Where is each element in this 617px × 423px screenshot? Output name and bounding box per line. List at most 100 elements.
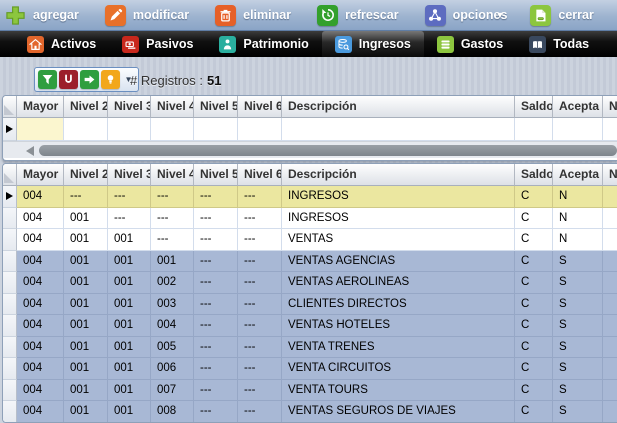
modify-button[interactable]: modificar (105, 5, 189, 26)
filter-row[interactable] (3, 118, 617, 141)
cell-nivel6[interactable]: --- (238, 294, 282, 316)
table-row[interactable]: 004001001006------VENTA CIRCUITOSCS (3, 358, 617, 380)
filter-cell-acepta[interactable] (553, 118, 603, 141)
cell-nivel3[interactable]: --- (108, 186, 151, 208)
column-header-mayor[interactable]: Mayor (17, 164, 64, 186)
add-button[interactable]: agregar (5, 5, 79, 26)
cell-nivel6[interactable]: --- (238, 229, 282, 251)
cell-acepta[interactable]: S (553, 272, 603, 294)
cell-nivel2[interactable]: 001 (64, 294, 108, 316)
cell-acepta[interactable]: N (553, 186, 603, 208)
cell-nivel5[interactable]: --- (194, 294, 238, 316)
cell-nivel5[interactable]: --- (194, 358, 238, 380)
cell-descripcion[interactable]: VENTAS SEGUROS DE VIAJES (282, 401, 515, 423)
cell-acepta[interactable]: S (553, 380, 603, 402)
cell-nivel2[interactable]: --- (64, 186, 108, 208)
row-indicator[interactable] (3, 358, 17, 380)
row-indicator[interactable] (3, 272, 17, 294)
cell-nivel6[interactable]: --- (238, 401, 282, 423)
table-row[interactable]: 004001001004------VENTAS HOTELESCS (3, 315, 617, 337)
row-indicator[interactable] (3, 186, 17, 208)
column-header-nivel3[interactable]: Nivel 3 (108, 164, 151, 186)
cell-saldo[interactable]: C (515, 401, 553, 423)
row-indicator[interactable] (3, 337, 17, 359)
cell-nivel5[interactable]: --- (194, 229, 238, 251)
row-indicator[interactable] (3, 294, 17, 316)
tab-todas[interactable]: Todas (516, 31, 602, 57)
cell-descripcion[interactable]: VENTA CIRCUITOS (282, 358, 515, 380)
cell-acepta[interactable]: S (553, 294, 603, 316)
cell-saldo[interactable]: C (515, 272, 553, 294)
cell-nivel3[interactable]: 001 (108, 272, 151, 294)
cell-extra[interactable] (603, 272, 617, 294)
cell-nivel4[interactable]: 002 (151, 272, 194, 294)
cell-nivel6[interactable]: --- (238, 208, 282, 230)
cell-mayor[interactable]: 004 (17, 251, 64, 273)
grid-corner[interactable] (3, 96, 17, 118)
cell-extra[interactable] (603, 294, 617, 316)
table-row[interactable]: 004---------------INGRESOSCN (3, 186, 617, 208)
tab-gastos[interactable]: Gastos (424, 31, 516, 57)
column-header-extra[interactable]: N (603, 96, 617, 118)
cell-nivel5[interactable]: --- (194, 401, 238, 423)
cell-saldo[interactable]: C (515, 229, 553, 251)
row-indicator[interactable] (3, 315, 17, 337)
cell-extra[interactable] (603, 380, 617, 402)
cell-nivel3[interactable]: 001 (108, 251, 151, 273)
cell-mayor[interactable]: 004 (17, 358, 64, 380)
cell-mayor[interactable]: 004 (17, 272, 64, 294)
column-header-saldo[interactable]: Saldo (515, 164, 553, 186)
cell-acepta[interactable]: N (553, 229, 603, 251)
cell-mayor[interactable]: 004 (17, 315, 64, 337)
cell-saldo[interactable]: C (515, 186, 553, 208)
tab-ingresos[interactable]: Ingresos (322, 31, 424, 57)
cell-nivel5[interactable]: --- (194, 272, 238, 294)
cell-nivel3[interactable]: 001 (108, 401, 151, 423)
cell-nivel4[interactable]: --- (151, 186, 194, 208)
cell-extra[interactable] (603, 251, 617, 273)
cell-extra[interactable] (603, 337, 617, 359)
cell-descripcion[interactable]: VENTAS (282, 229, 515, 251)
tab-patrimonio[interactable]: Patrimonio (206, 31, 321, 57)
cell-nivel3[interactable]: 001 (108, 358, 151, 380)
column-header-nivel5[interactable]: Nivel 5 (194, 164, 238, 186)
filter-cell-saldo[interactable] (515, 118, 553, 141)
table-row[interactable]: 004001------------INGRESOSCN (3, 208, 617, 230)
column-header-descripcion[interactable]: Descripción (282, 96, 515, 118)
refresh-button[interactable]: refrescar (317, 5, 399, 26)
cell-nivel2[interactable]: 001 (64, 208, 108, 230)
cell-saldo[interactable]: C (515, 251, 553, 273)
cell-descripcion[interactable]: VENTAS AEROLINEAS (282, 272, 515, 294)
column-header-nivel5[interactable]: Nivel 5 (194, 96, 238, 118)
cell-descripcion[interactable]: VENTAS AGENCIAS (282, 251, 515, 273)
column-header-mayor[interactable]: Mayor (17, 96, 64, 118)
row-indicator[interactable] (3, 208, 17, 230)
column-header-saldo[interactable]: Saldo (515, 96, 553, 118)
table-row[interactable]: 004001001001------VENTAS AGENCIASCS (3, 251, 617, 273)
cell-extra[interactable] (603, 401, 617, 423)
cell-descripcion[interactable]: VENTA TOURS (282, 380, 515, 402)
scrollbar-thumb[interactable] (39, 145, 617, 156)
tab-pasivos[interactable]: Pasivos (109, 31, 206, 57)
scroll-left-icon[interactable] (26, 146, 34, 156)
cell-mayor[interactable]: 004 (17, 229, 64, 251)
cell-nivel6[interactable]: --- (238, 186, 282, 208)
column-header-nivel3[interactable]: Nivel 3 (108, 96, 151, 118)
cell-mayor[interactable]: 004 (17, 380, 64, 402)
filter-cell-nivel6[interactable] (238, 118, 282, 141)
cell-extra[interactable] (603, 208, 617, 230)
cell-nivel2[interactable]: 001 (64, 229, 108, 251)
export-arrow-icon[interactable] (80, 70, 99, 89)
filter-cell-nivel5[interactable] (194, 118, 238, 141)
cell-saldo[interactable]: C (515, 380, 553, 402)
cell-acepta[interactable]: N (553, 208, 603, 230)
cell-descripcion[interactable]: INGRESOS (282, 186, 515, 208)
cell-nivel4[interactable]: --- (151, 208, 194, 230)
column-header-acepta[interactable]: Acepta (553, 96, 603, 118)
cell-saldo[interactable]: C (515, 315, 553, 337)
cell-nivel4[interactable]: 008 (151, 401, 194, 423)
cell-nivel6[interactable]: --- (238, 337, 282, 359)
filter-cell-nivel4[interactable] (151, 118, 194, 141)
cell-nivel3[interactable]: 001 (108, 337, 151, 359)
cell-nivel2[interactable]: 001 (64, 272, 108, 294)
